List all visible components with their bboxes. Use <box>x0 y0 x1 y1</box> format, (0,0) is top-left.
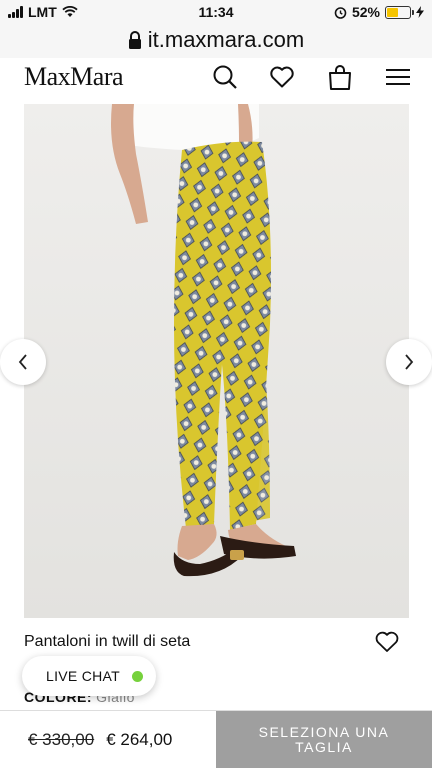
url-text: it.maxmara.com <box>147 27 305 52</box>
live-chat-label: LIVE CHAT <box>46 668 121 684</box>
purchase-bar: € 330,00 € 264,00 SELEZIONA UNA TAGLIA <box>0 710 432 768</box>
brand-logo[interactable]: MaxMara <box>24 62 124 92</box>
browser-chrome: LMT 11:34 52% it.maxmara.com <box>0 0 432 58</box>
sale-price: € 264,00 <box>106 730 173 749</box>
price-box: € 330,00 € 264,00 <box>0 711 216 768</box>
wishlist-heart-icon[interactable] <box>374 630 400 654</box>
select-size-button[interactable]: SELEZIONA UNA TAGLIA <box>216 711 432 768</box>
gallery-next-button[interactable] <box>386 339 432 385</box>
lock-icon <box>128 31 141 49</box>
select-size-line1: SELEZIONA UNA <box>258 724 390 740</box>
online-status-dot <box>132 670 144 682</box>
bag-icon[interactable] <box>326 64 354 90</box>
battery-percent: 52% <box>351 4 380 20</box>
chevron-right-icon <box>405 354 414 370</box>
status-right: 52% <box>334 4 424 20</box>
status-bar: LMT 11:34 52% <box>0 0 432 24</box>
menu-icon[interactable] <box>384 64 412 90</box>
battery-icon <box>385 5 414 19</box>
product-photo <box>24 104 409 618</box>
search-icon[interactable] <box>211 64 239 90</box>
site-header: MaxMara <box>0 58 432 96</box>
old-price: € 330,00 <box>28 730 95 749</box>
product-name: Pantaloni in twill di seta <box>24 633 191 650</box>
chevron-left-icon <box>18 354 27 370</box>
battery-level <box>387 7 399 17</box>
heart-icon[interactable] <box>268 64 296 90</box>
live-chat-button[interactable]: LIVE CHAT <box>22 656 156 696</box>
select-size-line2: TAGLIA <box>295 739 353 755</box>
product-image[interactable] <box>24 104 409 618</box>
charging-icon <box>416 6 424 18</box>
alarm-icon <box>334 6 347 19</box>
gallery-prev-button[interactable] <box>0 339 46 385</box>
address-bar[interactable]: it.maxmara.com <box>0 24 432 56</box>
